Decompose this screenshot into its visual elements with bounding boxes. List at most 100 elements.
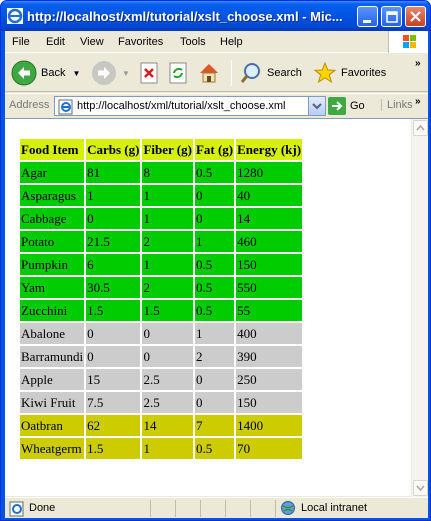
minimize-icon bbox=[363, 20, 371, 23]
cell-fiber: 0 bbox=[142, 346, 193, 367]
menu-view[interactable]: View bbox=[80, 36, 104, 48]
cell-fat: 2 bbox=[194, 346, 235, 367]
minimize-button[interactable] bbox=[357, 6, 378, 27]
chevron-down-icon bbox=[416, 485, 425, 492]
windows-flag-icon bbox=[403, 35, 416, 48]
cell-carbs: 0 bbox=[86, 323, 141, 344]
table-row: Potato 21.5 2 1 460 bbox=[20, 231, 303, 252]
status-pane bbox=[250, 500, 274, 517]
cell-energy: 150 bbox=[236, 392, 303, 413]
status-bar: Done Local intranet bbox=[5, 497, 428, 518]
cell-energy: 250 bbox=[236, 369, 303, 390]
home-button[interactable] bbox=[197, 58, 221, 88]
cell-fiber: 2.5 bbox=[142, 369, 193, 390]
cell-energy: 550 bbox=[236, 277, 303, 298]
cell-fat: 0.5 bbox=[194, 438, 235, 459]
address-input[interactable]: http://localhost/xml/tutorial/xslt_choos… bbox=[54, 96, 326, 116]
go-button[interactable]: Go bbox=[328, 97, 365, 115]
header-fat: Fat (g) bbox=[194, 139, 235, 160]
windows-logo bbox=[388, 31, 428, 53]
close-button[interactable] bbox=[405, 6, 426, 27]
zone-text: Local intranet bbox=[301, 502, 368, 514]
cell-energy: 390 bbox=[236, 346, 303, 367]
toolbar: Back ▼ ▼ Search Favorites » bbox=[5, 54, 428, 92]
maximize-button[interactable] bbox=[381, 6, 402, 27]
menu-file[interactable]: File bbox=[12, 36, 30, 48]
cell-fiber: 1 bbox=[142, 208, 193, 229]
cell-fiber: 2.5 bbox=[142, 392, 193, 413]
title-bar[interactable]: http://localhost/xml/tutorial/xslt_choos… bbox=[1, 1, 430, 31]
cell-carbs: 1.5 bbox=[86, 300, 141, 321]
search-button[interactable]: Search bbox=[239, 58, 302, 88]
stop-icon bbox=[140, 62, 158, 84]
address-label: Address bbox=[9, 99, 50, 111]
cell-energy: 70 bbox=[236, 438, 303, 459]
scroll-down-button[interactable] bbox=[413, 480, 428, 496]
address-dropdown-button[interactable] bbox=[308, 97, 325, 115]
refresh-button[interactable] bbox=[168, 58, 190, 88]
cell-food-item: Asparagus bbox=[20, 185, 85, 206]
menu-edit[interactable]: Edit bbox=[46, 36, 65, 48]
table-row: Asparagus 1 1 0 40 bbox=[20, 185, 303, 206]
back-label: Back bbox=[41, 67, 66, 79]
forward-button[interactable]: ▼ bbox=[91, 58, 130, 88]
table-row: Oatbran 62 14 7 1400 bbox=[20, 415, 303, 436]
cell-energy: 150 bbox=[236, 254, 303, 275]
cell-fat: 0.5 bbox=[194, 162, 235, 183]
cell-carbs: 62 bbox=[86, 415, 141, 436]
status-pane bbox=[200, 500, 224, 517]
favorites-label: Favorites bbox=[341, 67, 387, 79]
vertical-scrollbar[interactable] bbox=[411, 119, 428, 497]
table-row: Zucchini 1.5 1.5 0.5 55 bbox=[20, 300, 303, 321]
cell-food-item: Barramundi bbox=[20, 346, 85, 367]
refresh-icon bbox=[169, 62, 187, 84]
cell-fiber: 1.5 bbox=[142, 300, 193, 321]
menu-favorites[interactable]: Favorites bbox=[118, 36, 163, 48]
cell-fiber: 1 bbox=[142, 185, 193, 206]
cell-carbs: 7.5 bbox=[86, 392, 141, 413]
browser-window: http://localhost/xml/tutorial/xslt_choos… bbox=[0, 0, 431, 521]
cell-fat: 0.5 bbox=[194, 254, 235, 275]
cell-energy: 460 bbox=[236, 231, 303, 252]
address-url: http://localhost/xml/tutorial/xslt_choos… bbox=[77, 100, 286, 112]
scroll-up-button[interactable] bbox=[413, 120, 428, 136]
header-fiber: Fiber (g) bbox=[142, 139, 193, 160]
cell-fat: 0 bbox=[194, 208, 235, 229]
status-pane bbox=[150, 500, 174, 517]
cell-fiber: 0 bbox=[142, 323, 193, 344]
table-row: Agar 81 8 0.5 1280 bbox=[20, 162, 303, 183]
forward-dropdown-icon[interactable]: ▼ bbox=[122, 69, 130, 78]
chevron-up-icon bbox=[416, 124, 425, 131]
links-overflow-icon[interactable]: » bbox=[415, 96, 421, 107]
header-food-item: Food Item bbox=[20, 139, 85, 160]
intranet-globe-icon bbox=[281, 501, 295, 515]
search-icon bbox=[240, 63, 260, 83]
forward-arrow-icon bbox=[92, 61, 116, 85]
back-button[interactable]: Back ▼ bbox=[11, 58, 80, 88]
cell-fiber: 2 bbox=[142, 231, 193, 252]
maximize-icon bbox=[386, 11, 398, 23]
table-row: Barramundi 0 0 2 390 bbox=[20, 346, 303, 367]
menu-tools[interactable]: Tools bbox=[180, 36, 206, 48]
cell-energy: 14 bbox=[236, 208, 303, 229]
close-icon bbox=[410, 11, 421, 22]
go-arrow-icon bbox=[328, 97, 346, 115]
toolbar-overflow-icon[interactable]: » bbox=[415, 58, 421, 69]
star-icon bbox=[313, 61, 337, 84]
menu-help[interactable]: Help bbox=[220, 36, 243, 48]
menu-bar: File Edit View Favorites Tools Help bbox=[5, 31, 428, 53]
cell-fat: 7 bbox=[194, 415, 235, 436]
food-table: Food Item Carbs (g) Fiber (g) Fat (g) En… bbox=[18, 137, 304, 461]
cell-carbs: 21.5 bbox=[86, 231, 141, 252]
cell-fat: 0 bbox=[194, 185, 235, 206]
links-label[interactable]: Links bbox=[381, 99, 413, 111]
favorites-button[interactable]: Favorites bbox=[313, 58, 386, 88]
table-row: Apple 15 2.5 0 250 bbox=[20, 369, 303, 390]
cell-fiber: 1 bbox=[142, 438, 193, 459]
cell-carbs: 15 bbox=[86, 369, 141, 390]
cell-carbs: 0 bbox=[86, 346, 141, 367]
header-carbs: Carbs (g) bbox=[86, 139, 141, 160]
back-dropdown-icon[interactable]: ▼ bbox=[72, 69, 80, 78]
cell-food-item: Zucchini bbox=[20, 300, 85, 321]
stop-button[interactable] bbox=[139, 58, 161, 88]
